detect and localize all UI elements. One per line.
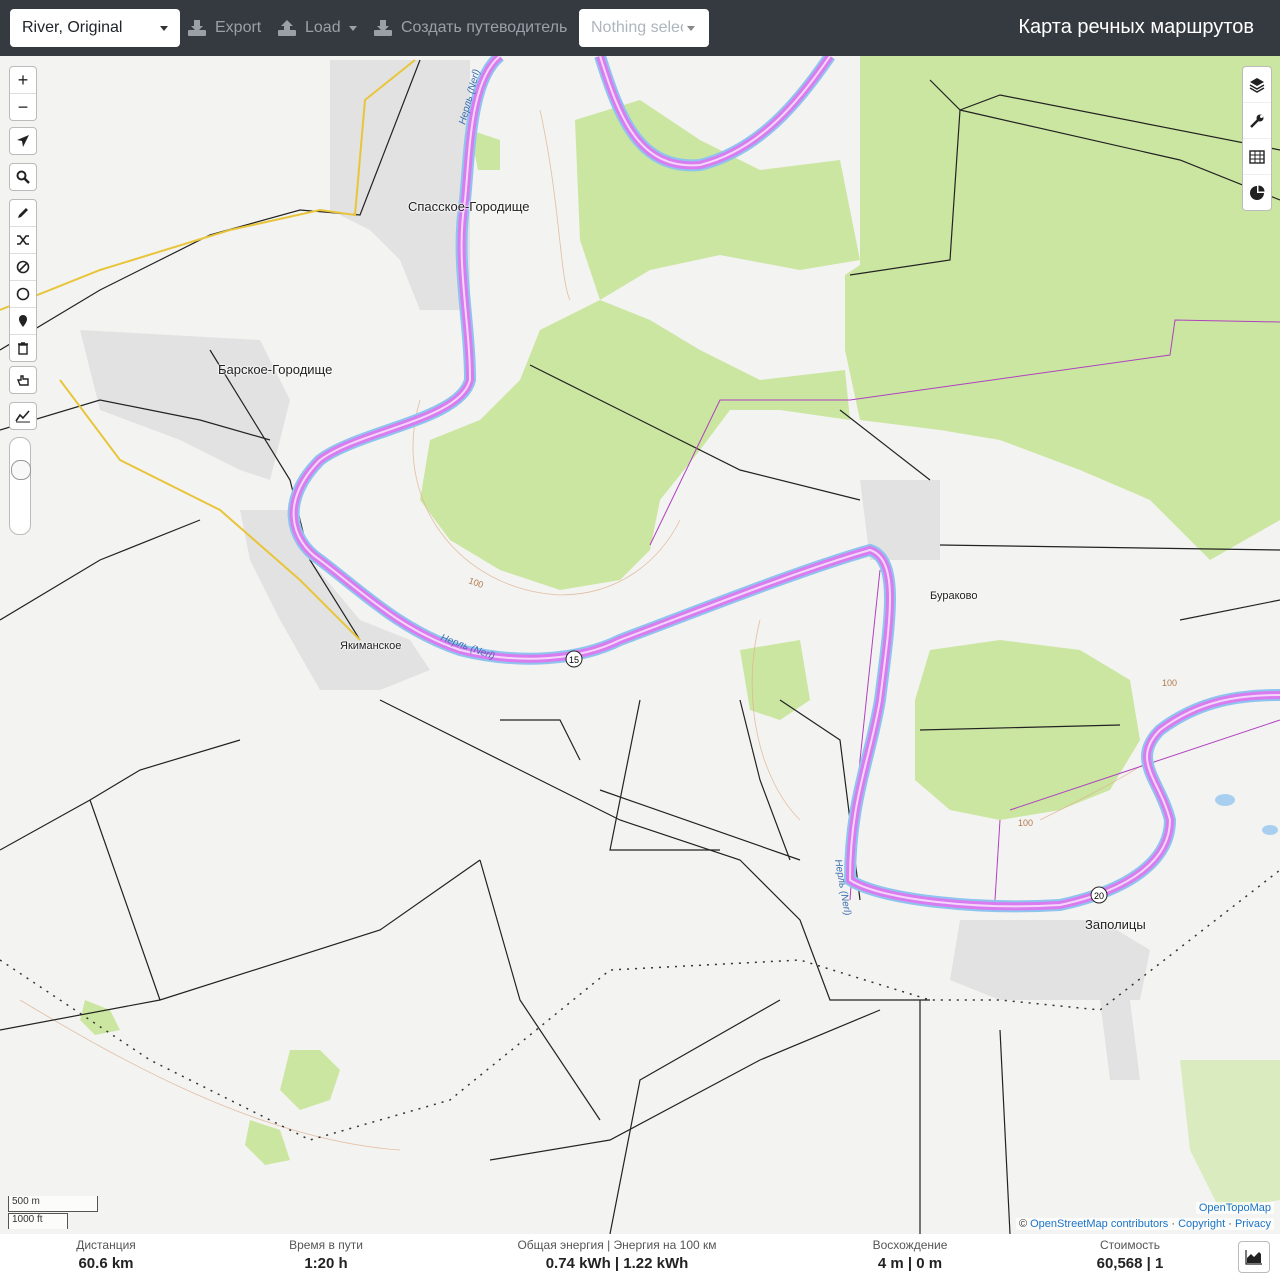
stat-distance-label: Дистанция: [76, 1238, 136, 1252]
search-button[interactable]: [10, 164, 36, 190]
copyright-link[interactable]: Copyright: [1178, 1218, 1225, 1230]
hand-icon: [16, 375, 29, 386]
app: River, Original Export Load Создать путе…: [0, 0, 1280, 1280]
create-guide-button[interactable]: Создать путеводитель: [373, 9, 567, 47]
chevron-down-icon: [160, 25, 168, 31]
layers-button[interactable]: [1243, 67, 1271, 103]
area-chart-icon: [1245, 1250, 1262, 1265]
table-button[interactable]: [1243, 139, 1271, 175]
map-canvas[interactable]: 15 20 Нерль (Nerl) Нерль (Nerl) Нерль (N…: [0, 56, 1280, 1234]
privacy-link[interactable]: Privacy: [1235, 1218, 1271, 1230]
app-title: Карта речных маршрутов: [1018, 16, 1254, 38]
circle-button[interactable]: [10, 281, 36, 308]
poi-button[interactable]: [10, 308, 36, 335]
stat-ascent-value: 4 m | 0 m: [877, 1255, 943, 1272]
place-yakimanskoe: Якиманское: [340, 640, 402, 652]
load-button[interactable]: Load: [277, 9, 357, 47]
search-control: [9, 163, 37, 191]
zoom-out-button[interactable]: −: [10, 94, 36, 120]
stat-distance-value: 60.6 km: [78, 1255, 134, 1272]
place-spasskoe-gorodishche: Спасское-Городище: [408, 199, 530, 214]
profile-select[interactable]: River, Original: [10, 9, 180, 47]
layers-icon: [1249, 77, 1265, 93]
chevron-down-icon: [348, 25, 357, 31]
shuffle-icon: [17, 235, 29, 245]
settings-button[interactable]: [1243, 103, 1271, 139]
opacity-slider-handle[interactable]: [11, 460, 31, 480]
create-guide-label: Создать путеводитель: [401, 19, 568, 36]
stat-time-label: Время в пути: [289, 1238, 363, 1252]
contour-label: 100: [1162, 678, 1177, 688]
opacity-slider[interactable]: [9, 437, 31, 535]
route-marker-20[interactable]: 20: [1090, 886, 1108, 904]
stat-ascent: Восхождение 4 m | 0 m: [850, 1238, 970, 1272]
wrench-icon: [1250, 114, 1264, 128]
zoom-control: + −: [9, 66, 37, 121]
stat-cost-label: Стоимость: [1099, 1238, 1161, 1252]
contour-label: 100: [1018, 818, 1033, 828]
selection-placeholder: Nothing selected: [591, 19, 683, 36]
attribution-opentopomap[interactable]: OpenTopoMap: [1195, 1202, 1274, 1214]
shuffle-button[interactable]: [10, 227, 36, 254]
selection-dropdown[interactable]: Nothing selected: [579, 9, 709, 47]
hand-control: [9, 366, 37, 394]
draw-toolbar: [9, 199, 37, 362]
svg-text:15: 15: [569, 655, 579, 665]
pin-icon: [19, 315, 27, 327]
place-zapolitsy: Заполицы: [1085, 917, 1146, 932]
export-button[interactable]: Export: [187, 9, 261, 47]
no-entry-icon: [16, 260, 30, 274]
osm-link[interactable]: OpenStreetMap contributors: [1030, 1218, 1168, 1230]
download-icon: [188, 20, 206, 36]
scale-imperial: 1000 ft: [8, 1213, 68, 1229]
search-icon: [16, 170, 30, 184]
export-label: Export: [215, 19, 262, 36]
route-stats-bar: Дистанция 60.6 km Время в пути 1:20 h Об…: [0, 1234, 1280, 1280]
zoom-in-button[interactable]: +: [10, 67, 36, 94]
trash-icon: [18, 342, 28, 355]
circle-icon: [16, 287, 30, 301]
locate-control: [9, 127, 37, 155]
profile-select-value: River, Original: [22, 19, 123, 36]
stat-time: Время в пути 1:20 h: [266, 1238, 386, 1272]
stat-time-value: 1:20 h: [304, 1255, 348, 1272]
elevation-icon: [15, 410, 30, 423]
place-burakovo: Бураково: [930, 590, 978, 602]
hand-button[interactable]: [10, 367, 36, 393]
elevation-button[interactable]: [10, 403, 36, 429]
statistics-button[interactable]: [1243, 175, 1271, 210]
draw-icon: [18, 208, 28, 218]
route-marker-15[interactable]: 15: [565, 650, 583, 668]
download-icon: [374, 20, 392, 36]
stat-cost: Стоимость 60,568 | 1: [1070, 1238, 1190, 1272]
delete-button[interactable]: [10, 335, 36, 361]
place-barskoe-gorodishche: Барское-Городище: [218, 362, 333, 377]
elevation-chart-button[interactable]: [1238, 1241, 1270, 1273]
stat-ascent-label: Восхождение: [872, 1238, 948, 1252]
attribution: © OpenStreetMap contributors · Copyright…: [1015, 1218, 1274, 1230]
elevation-control: [9, 402, 37, 430]
locate-icon: [17, 135, 29, 147]
top-navbar: River, Original Export Load Создать путе…: [0, 0, 1280, 56]
load-label: Load: [305, 19, 341, 36]
chevron-down-icon: [687, 25, 695, 31]
draw-route-button[interactable]: [10, 200, 36, 227]
upload-icon: [278, 20, 296, 36]
pie-chart-icon: [1250, 185, 1265, 200]
locate-button[interactable]: [10, 128, 36, 154]
map-tiles: 15 20 Нерль (Nerl) Нерль (Nerl) Нерль (N…: [0, 56, 1280, 1234]
stat-distance: Дистанция 60.6 km: [46, 1238, 166, 1272]
right-control-panel: [1242, 66, 1272, 211]
no-go-area-button[interactable]: [10, 254, 36, 281]
stat-energy-label: Общая энергия | Энергия на 100 км: [517, 1238, 717, 1252]
svg-text:20: 20: [1094, 891, 1104, 901]
stat-energy-value: 0.74 kWh | 1.22 kWh: [545, 1255, 689, 1272]
table-icon: [1249, 149, 1265, 164]
scale-metric: 500 m: [8, 1196, 98, 1212]
stat-cost-value: 60,568 | 1: [1096, 1255, 1164, 1272]
stat-energy: Общая энергия | Энергия на 100 км 0.74 k…: [492, 1238, 742, 1272]
